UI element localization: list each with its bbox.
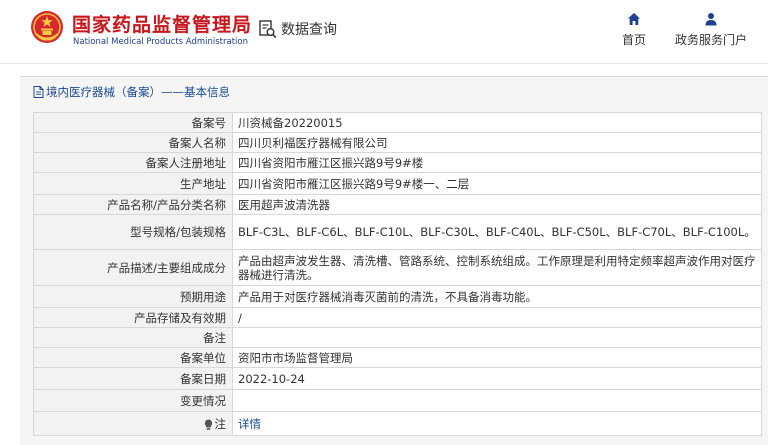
row-label: 生产地址 xyxy=(33,172,233,195)
row-value: 医用超声波清洗器 xyxy=(232,194,762,215)
table-row: 备案人名称 四川贝利福医疗器械有限公司 xyxy=(33,132,762,153)
table-row: 备案单位 资阳市市场监督管理局 xyxy=(33,347,762,368)
row-label: 备案人注册地址 xyxy=(33,152,233,173)
row-value: 2022-10-24 xyxy=(232,367,762,390)
table-row: 备案日期 2022-10-24 xyxy=(33,367,762,390)
row-label: 备案单位 xyxy=(33,347,233,368)
home-icon xyxy=(628,13,640,25)
table-row: 备案人注册地址 四川省资阳市雁江区振兴路9号9#楼 xyxy=(33,152,762,173)
section-title: 境内医疗器械（备案）——基本信息 xyxy=(33,84,230,100)
document-search-icon xyxy=(259,20,277,38)
row-label: 变更情况 xyxy=(33,389,233,412)
row-label: 预期用途 xyxy=(33,285,233,308)
nav-home[interactable]: 首页 xyxy=(622,12,646,48)
table-row: 预期用途 产品用于对医疗器械消毒灭菌前的清洗，不具备消毒功能。 xyxy=(33,285,762,308)
user-icon xyxy=(705,13,717,26)
nav-gov-portal[interactable]: 政务服务门户 xyxy=(675,12,747,48)
row-value: BLF-C3L、BLF-C6L、BLF-C10L、BLF-C30L、BLF-C4… xyxy=(232,214,762,250)
row-value: 四川贝利福医疗器械有限公司 xyxy=(232,132,762,153)
table-row: 产品名称/产品分类名称 医用超声波清洗器 xyxy=(33,194,762,215)
table-row: 变更情况 xyxy=(33,389,762,412)
row-label: 型号规格/包装规格 xyxy=(33,214,233,250)
note-value-cell: 详情 xyxy=(232,411,762,436)
content-panel: 境内医疗器械（备案）——基本信息 备案号 川资械备20220015 备案人名称 … xyxy=(20,76,768,445)
data-query-link[interactable]: 数据查询 xyxy=(258,18,337,40)
row-label: 产品存储及有效期 xyxy=(33,307,233,328)
table-row: 生产地址 四川省资阳市雁江区振兴路9号9#楼一、二层 xyxy=(33,172,762,195)
table-row: 备案号 川资械备20220015 xyxy=(33,112,762,133)
note-label-cell: 注 xyxy=(33,411,233,436)
info-table: 备案号 川资械备20220015 备案人名称 四川贝利福医疗器械有限公司 备案人… xyxy=(33,112,762,436)
table-row: 产品描述/主要组成成分 产品由超声波发生器、清洗槽、管路系统、控制系统组成。工作… xyxy=(33,249,762,286)
row-value: / xyxy=(232,307,762,328)
row-label: 备注 xyxy=(33,327,233,348)
detail-link[interactable]: 详情 xyxy=(238,417,261,431)
national-emblem-icon xyxy=(31,11,63,43)
row-label: 产品名称/产品分类名称 xyxy=(33,194,233,215)
row-value xyxy=(232,389,762,412)
data-query-label: 数据查询 xyxy=(281,22,337,38)
nav-home-label: 首页 xyxy=(622,33,647,47)
table-row: 备注 xyxy=(33,327,762,348)
row-label: 产品描述/主要组成成分 xyxy=(33,249,233,286)
note-label: 注 xyxy=(214,416,227,431)
row-label: 备案日期 xyxy=(33,367,233,390)
table-row: 产品存储及有效期 / xyxy=(33,307,762,328)
row-value: 产品由超声波发生器、清洗槽、管路系统、控制系统组成。工作原理是利用特定频率超声波… xyxy=(232,249,762,286)
brand-subtitle: National Medical Products Administration xyxy=(73,37,248,47)
row-value: 产品用于对医疗器械消毒灭菌前的清洗，不具备消毒功能。 xyxy=(232,285,762,308)
row-value: 四川省资阳市雁江区振兴路9号9#楼 xyxy=(232,152,762,173)
site-header: 国家药品监督管理局 National Medical Products Admi… xyxy=(0,0,768,64)
row-value: 川资械备20220015 xyxy=(232,112,762,133)
row-value: 资阳市市场监督管理局 xyxy=(232,347,762,368)
lightbulb-icon xyxy=(204,419,212,430)
note-row: 注 详情 xyxy=(33,411,762,436)
row-label: 备案人名称 xyxy=(33,132,233,153)
brand-title: 国家药品监督管理局 xyxy=(72,14,253,36)
table-row: 型号规格/包装规格 BLF-C3L、BLF-C6L、BLF-C10L、BLF-C… xyxy=(33,214,762,250)
row-label: 备案号 xyxy=(33,112,233,133)
row-value: 四川省资阳市雁江区振兴路9号9#楼一、二层 xyxy=(232,172,762,195)
section-title-text: 境内医疗器械（备案）——基本信息 xyxy=(46,85,230,99)
document-icon xyxy=(33,86,44,98)
nav-gov-label: 政务服务门户 xyxy=(675,33,748,47)
row-value xyxy=(232,327,762,348)
